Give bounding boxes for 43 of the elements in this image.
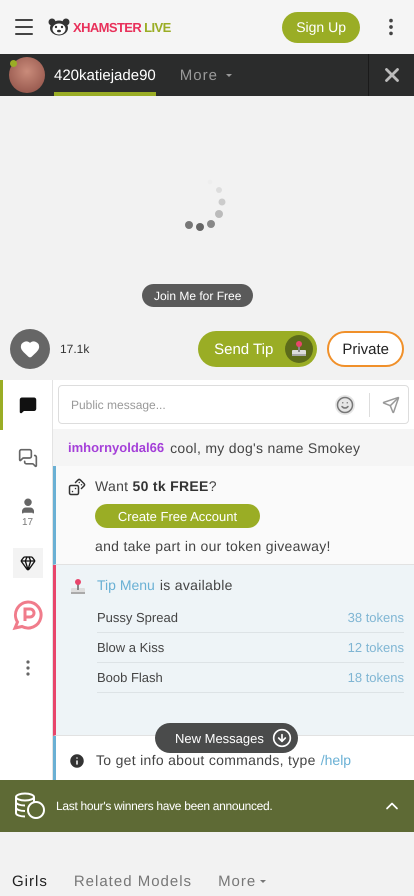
info-text: To get info about commands, type	[96, 752, 316, 768]
bottom-tab[interactable]: Related Models	[74, 873, 192, 890]
tip-item-price: 12 tokens	[348, 640, 404, 655]
hamster-logo-icon	[48, 18, 70, 36]
tip-item-name: Boob Flash	[97, 670, 163, 685]
private-button[interactable]: Private	[327, 331, 404, 367]
chat-username[interactable]: imhornyoldal66	[68, 440, 164, 455]
dice-icon	[68, 478, 86, 496]
p-bubble-icon	[12, 599, 44, 631]
like-button[interactable]	[10, 329, 50, 369]
chat-message: cool, my dog's name Smokey	[170, 440, 360, 456]
tip-item-price: 38 tokens	[348, 610, 404, 625]
info-icon	[68, 752, 86, 770]
message-bar[interactable]: Public message...	[58, 385, 409, 424]
avatar[interactable]	[9, 57, 45, 93]
bottom-tab[interactable]: Girls	[12, 873, 48, 890]
help-link[interactable]: /help	[320, 752, 352, 768]
user-count: 17	[22, 517, 34, 528]
more-dropdown[interactable]: More	[180, 54, 232, 96]
sign-up-button[interactable]: Sign Up	[282, 12, 360, 42]
create-account-button[interactable]: Create Free Account	[95, 504, 260, 528]
coins-icon	[14, 792, 46, 820]
heart-icon	[20, 339, 40, 359]
join-button[interactable]: Join Me for Free	[142, 284, 254, 307]
arrow-down-icon	[272, 728, 292, 748]
more-dropdown[interactable]: More	[218, 873, 266, 890]
tip-menu-text: is available	[160, 577, 233, 593]
site-logo[interactable]: XHAMSTER LIVE	[48, 18, 171, 36]
promo-footer: and take part in our token giveaway!	[95, 538, 404, 554]
joystick-icon	[68, 577, 88, 597]
promo-text: Want 50 tk FREE?	[95, 478, 218, 494]
new-messages-button[interactable]: New Messages	[155, 723, 298, 753]
banner-text: Last hour's winners have been announced.	[56, 799, 274, 813]
chat-bubbles-icon	[18, 448, 38, 468]
send-tip-button[interactable]: Send Tip	[198, 331, 318, 367]
tip-item-name: Blow a Kiss	[97, 640, 164, 655]
more-icon	[26, 660, 30, 676]
tip-item-price: 18 tokens	[348, 670, 404, 685]
tip-item-name: Pussy Spread	[97, 610, 178, 625]
send-icon[interactable]	[382, 396, 400, 414]
emoji-icon[interactable]	[335, 394, 355, 414]
like-count: 17.1k	[60, 342, 90, 356]
chat-bubble-icon	[18, 396, 36, 414]
